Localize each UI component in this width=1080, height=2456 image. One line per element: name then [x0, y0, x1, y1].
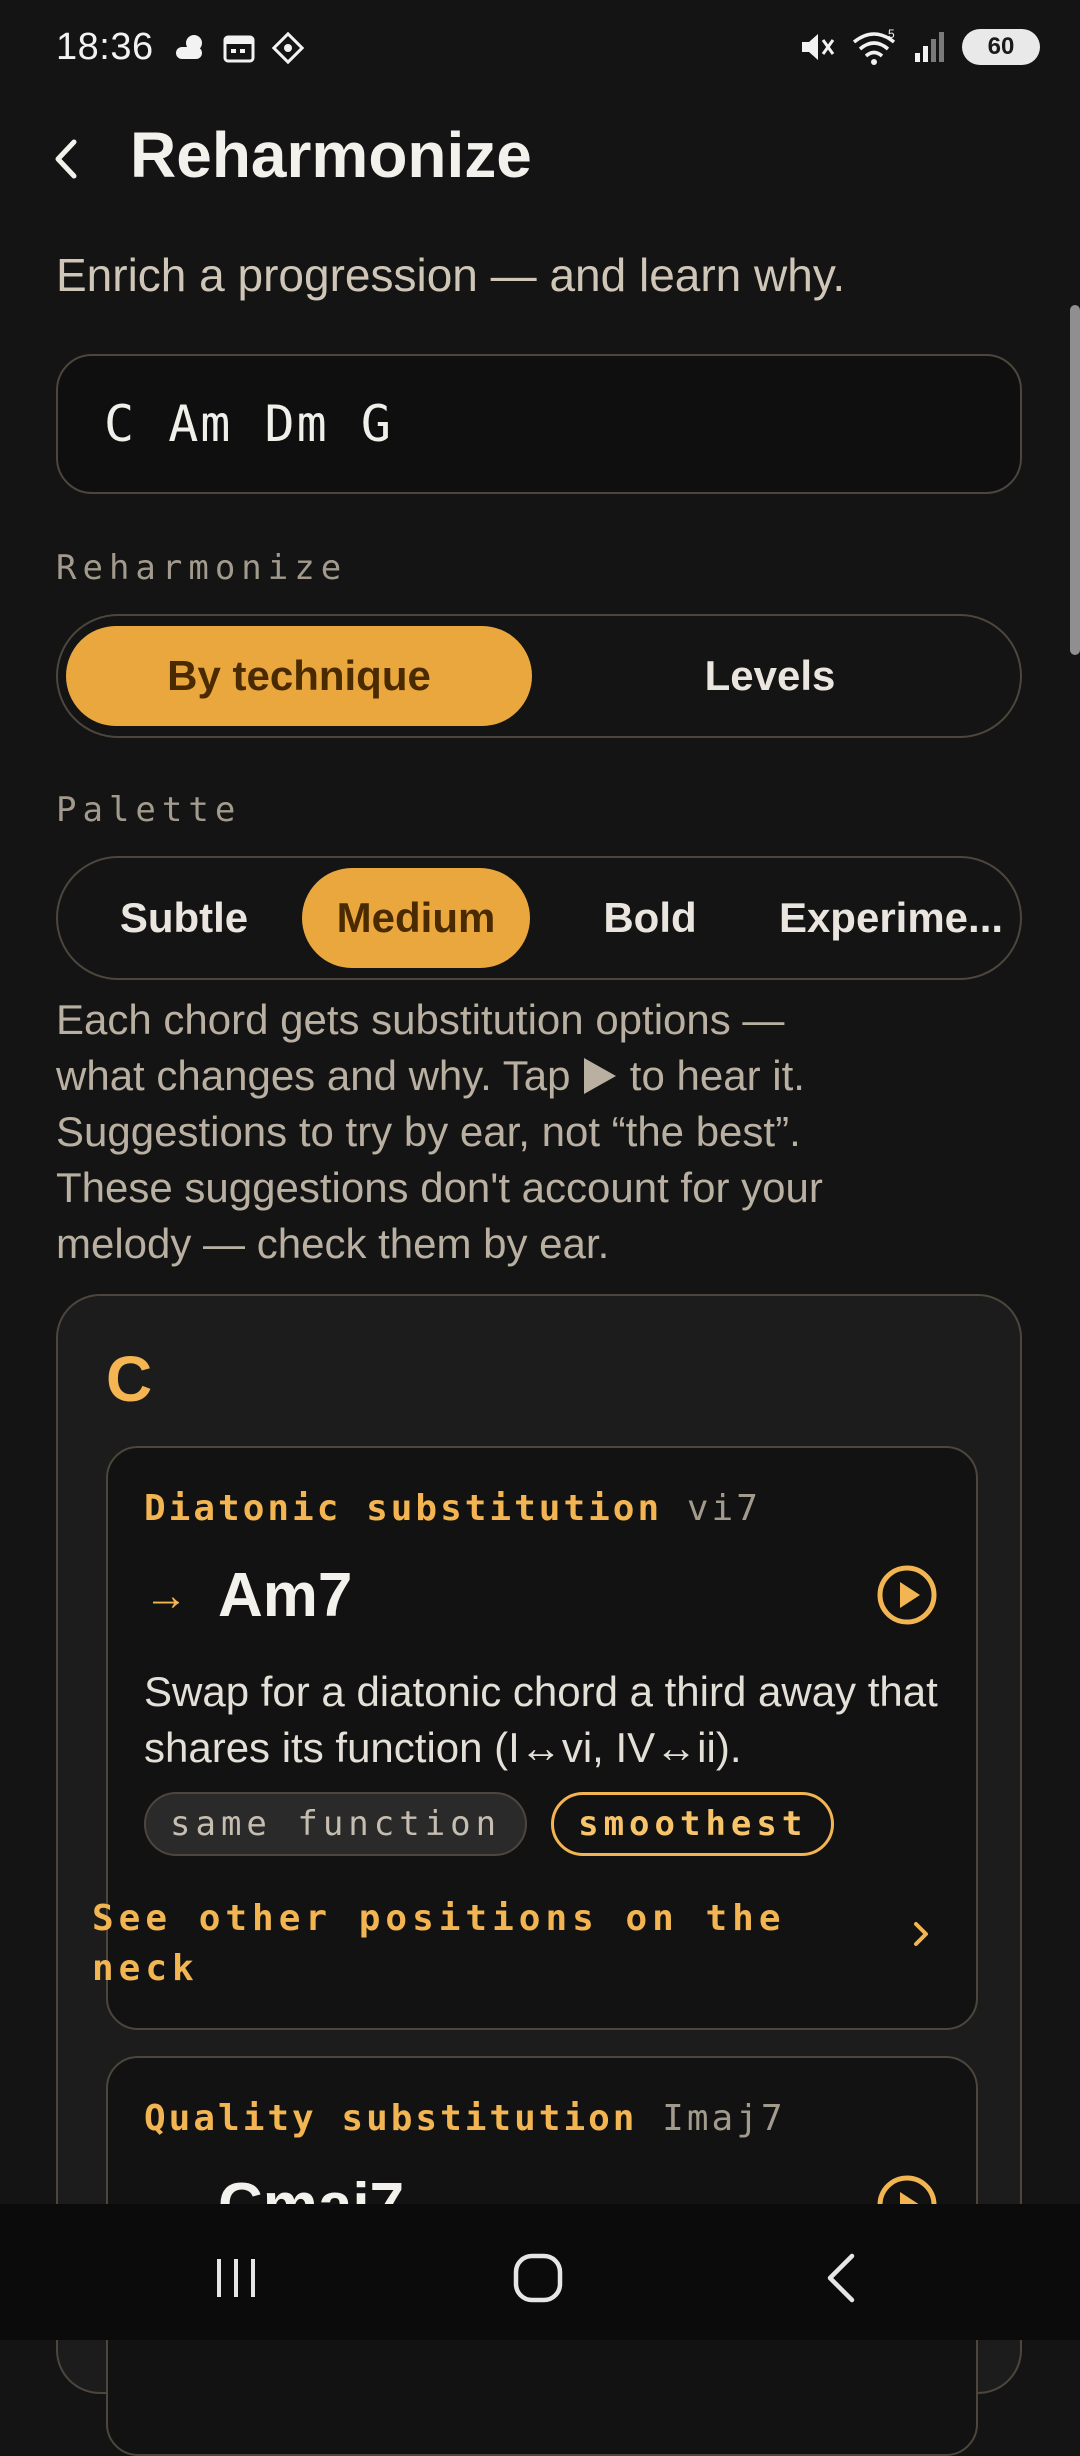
- target-chord: Am7: [218, 1561, 353, 1630]
- svg-text:5: 5: [888, 28, 895, 41]
- substitution-header: Quality substitution Imaj7: [144, 2098, 786, 2139]
- status-time: 18:36: [56, 26, 154, 68]
- recents-icon: [217, 2259, 255, 2297]
- app-icon: [271, 31, 305, 65]
- description-line: melody — check them by ear.: [56, 1220, 610, 1267]
- description-line: what changes and why. Tap to hear it.: [56, 1052, 805, 1099]
- mute-icon: [802, 34, 835, 60]
- play-triangle-icon: [584, 1058, 617, 1094]
- tag-smoothest: smoothest: [551, 1792, 835, 1856]
- recents-button[interactable]: [206, 2250, 266, 2306]
- other-positions-link[interactable]: See other positions on the neck: [92, 1894, 892, 1994]
- weather-icon: [176, 35, 202, 59]
- arrow-right-icon: →: [144, 1570, 188, 1620]
- battery-level: 60: [987, 33, 1015, 60]
- substitution-header: Diatonic substitution vi7: [144, 1488, 761, 1529]
- technique-name: Quality substitution: [144, 2098, 638, 2139]
- status-bar: 18:36 5 60: [0, 0, 1080, 100]
- home-button[interactable]: [508, 2250, 568, 2306]
- chord-heading: C: [106, 1343, 153, 1415]
- substitution-explanation: Swap for a diatonic chord a third away t…: [144, 1668, 938, 1771]
- chevron-left-icon: [55, 139, 77, 179]
- chevron-right-icon[interactable]: [906, 1914, 936, 1954]
- reharmonize-label: Reharmonize: [56, 548, 348, 588]
- palette-bold[interactable]: Bold: [530, 868, 770, 968]
- scrollbar[interactable]: [1070, 305, 1080, 655]
- wifi-icon: 5: [852, 28, 896, 65]
- tag-same-function: same function: [144, 1792, 528, 1856]
- palette-subtle[interactable]: Subtle: [66, 868, 302, 968]
- home-icon: [513, 2253, 563, 2303]
- signal-icon: [915, 32, 944, 62]
- palette-label: Palette: [56, 790, 242, 830]
- page-title: Reharmonize: [130, 119, 532, 191]
- nav-back-button[interactable]: [812, 2250, 872, 2306]
- roman-numeral: vi7: [686, 1488, 761, 1529]
- target-row: → Am7: [144, 1560, 352, 1631]
- description-line: Suggestions to try by ear, not “the best…: [56, 1108, 801, 1155]
- reharmonize-mode-toggle: By technique Levels: [56, 614, 1022, 738]
- palette-medium[interactable]: Medium: [302, 868, 530, 968]
- back-button[interactable]: [50, 126, 98, 192]
- tag-list: same function smoothest: [144, 1792, 835, 1856]
- page-subtitle: Enrich a progression — and learn why.: [56, 249, 846, 301]
- description-line: These suggestions don't account for your: [56, 1164, 823, 1211]
- battery-icon: 60: [962, 29, 1040, 65]
- play-button[interactable]: [876, 1564, 938, 1626]
- palette-selector: Subtle Medium Bold Experime...: [56, 856, 1022, 980]
- description-line: Each chord gets substitution options —: [56, 996, 785, 1043]
- substitution-card: Diatonic substitution vi7 → Am7 Swap for…: [92, 1446, 978, 2030]
- mode-by-technique[interactable]: By technique: [66, 626, 532, 726]
- system-nav-bar: [0, 2204, 1080, 2340]
- description-text: Each chord gets substitution options — w…: [56, 992, 986, 1272]
- roman-numeral: Imaj7: [662, 2098, 786, 2139]
- mode-levels[interactable]: Levels: [532, 626, 1008, 726]
- palette-experimental[interactable]: Experime...: [770, 868, 1012, 968]
- back-icon: [827, 2253, 855, 2303]
- calendar-icon: [223, 35, 255, 63]
- technique-name: Diatonic substitution: [144, 1488, 663, 1529]
- progression-input[interactable]: C Am Dm G: [56, 354, 1022, 494]
